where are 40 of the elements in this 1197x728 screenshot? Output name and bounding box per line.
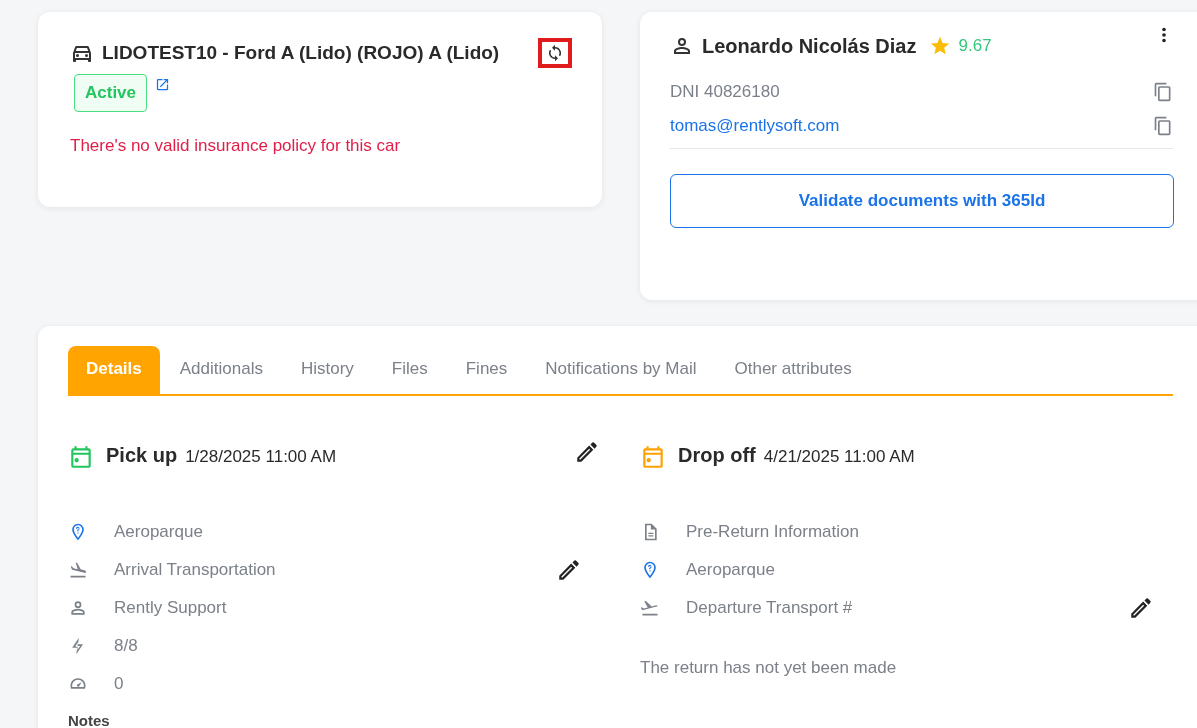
detail-text: 8/8: [114, 636, 138, 656]
email-link[interactable]: tomas@rentlysoft.com: [670, 116, 840, 136]
validate-documents-button[interactable]: Validate documents with 365Id: [670, 174, 1174, 228]
detail-text: Aeroparque: [686, 560, 775, 580]
star-icon: [928, 35, 951, 57]
section-datetime: 4/21/2025 11:00 AM: [763, 447, 915, 467]
notes-label: Notes: [68, 712, 111, 728]
refresh-icon: [546, 44, 564, 62]
detail-text: Rently Support: [114, 598, 227, 618]
status-badge: Active: [74, 74, 148, 112]
copy-icon[interactable]: [1153, 82, 1173, 102]
arrival-icon: [68, 560, 88, 580]
customer-name: Leonardo Nicolás Diaz: [702, 34, 917, 58]
tab[interactable]: History: [282, 346, 372, 394]
edit-icon[interactable]: [1128, 595, 1154, 621]
detail-text: Departure Transport #: [686, 598, 853, 618]
tab[interactable]: Notifications by Mail: [527, 346, 715, 394]
rating: 9.67: [958, 36, 992, 56]
edit-icon[interactable]: [574, 439, 600, 465]
tab[interactable]: Fines: [447, 346, 526, 394]
section-datetime: 1/28/2025 11:00 AM: [185, 447, 337, 467]
detail-text: 0: [114, 674, 124, 694]
edit-icon[interactable]: [556, 557, 582, 583]
person-icon: [68, 598, 88, 618]
detail-text: Arrival Transportation: [114, 560, 276, 580]
tab[interactable]: Files: [373, 346, 446, 394]
copy-icon[interactable]: [1153, 116, 1173, 136]
detail-text: Pre-Return Information: [686, 522, 859, 542]
refresh-button[interactable]: [538, 38, 572, 68]
section-title: Drop off: [678, 444, 756, 467]
departure-icon: [640, 598, 660, 618]
external-link-icon[interactable]: [155, 77, 171, 92]
insurance-warning: There's no valid insurance policy for this car: [70, 136, 402, 156]
detail-text: Aeroparque: [114, 522, 203, 542]
section-title: Pick up: [106, 444, 178, 467]
return-note: The return has not yet been made: [640, 658, 898, 678]
dni-number: DNI 40826180: [670, 82, 780, 102]
vehicle-title: LIDOTEST10 - Ford A (Lido) (ROJO) A (Lido): [102, 42, 500, 64]
tab[interactable]: Additionals: [161, 346, 281, 394]
tab[interactable]: Other attributes: [716, 346, 870, 394]
